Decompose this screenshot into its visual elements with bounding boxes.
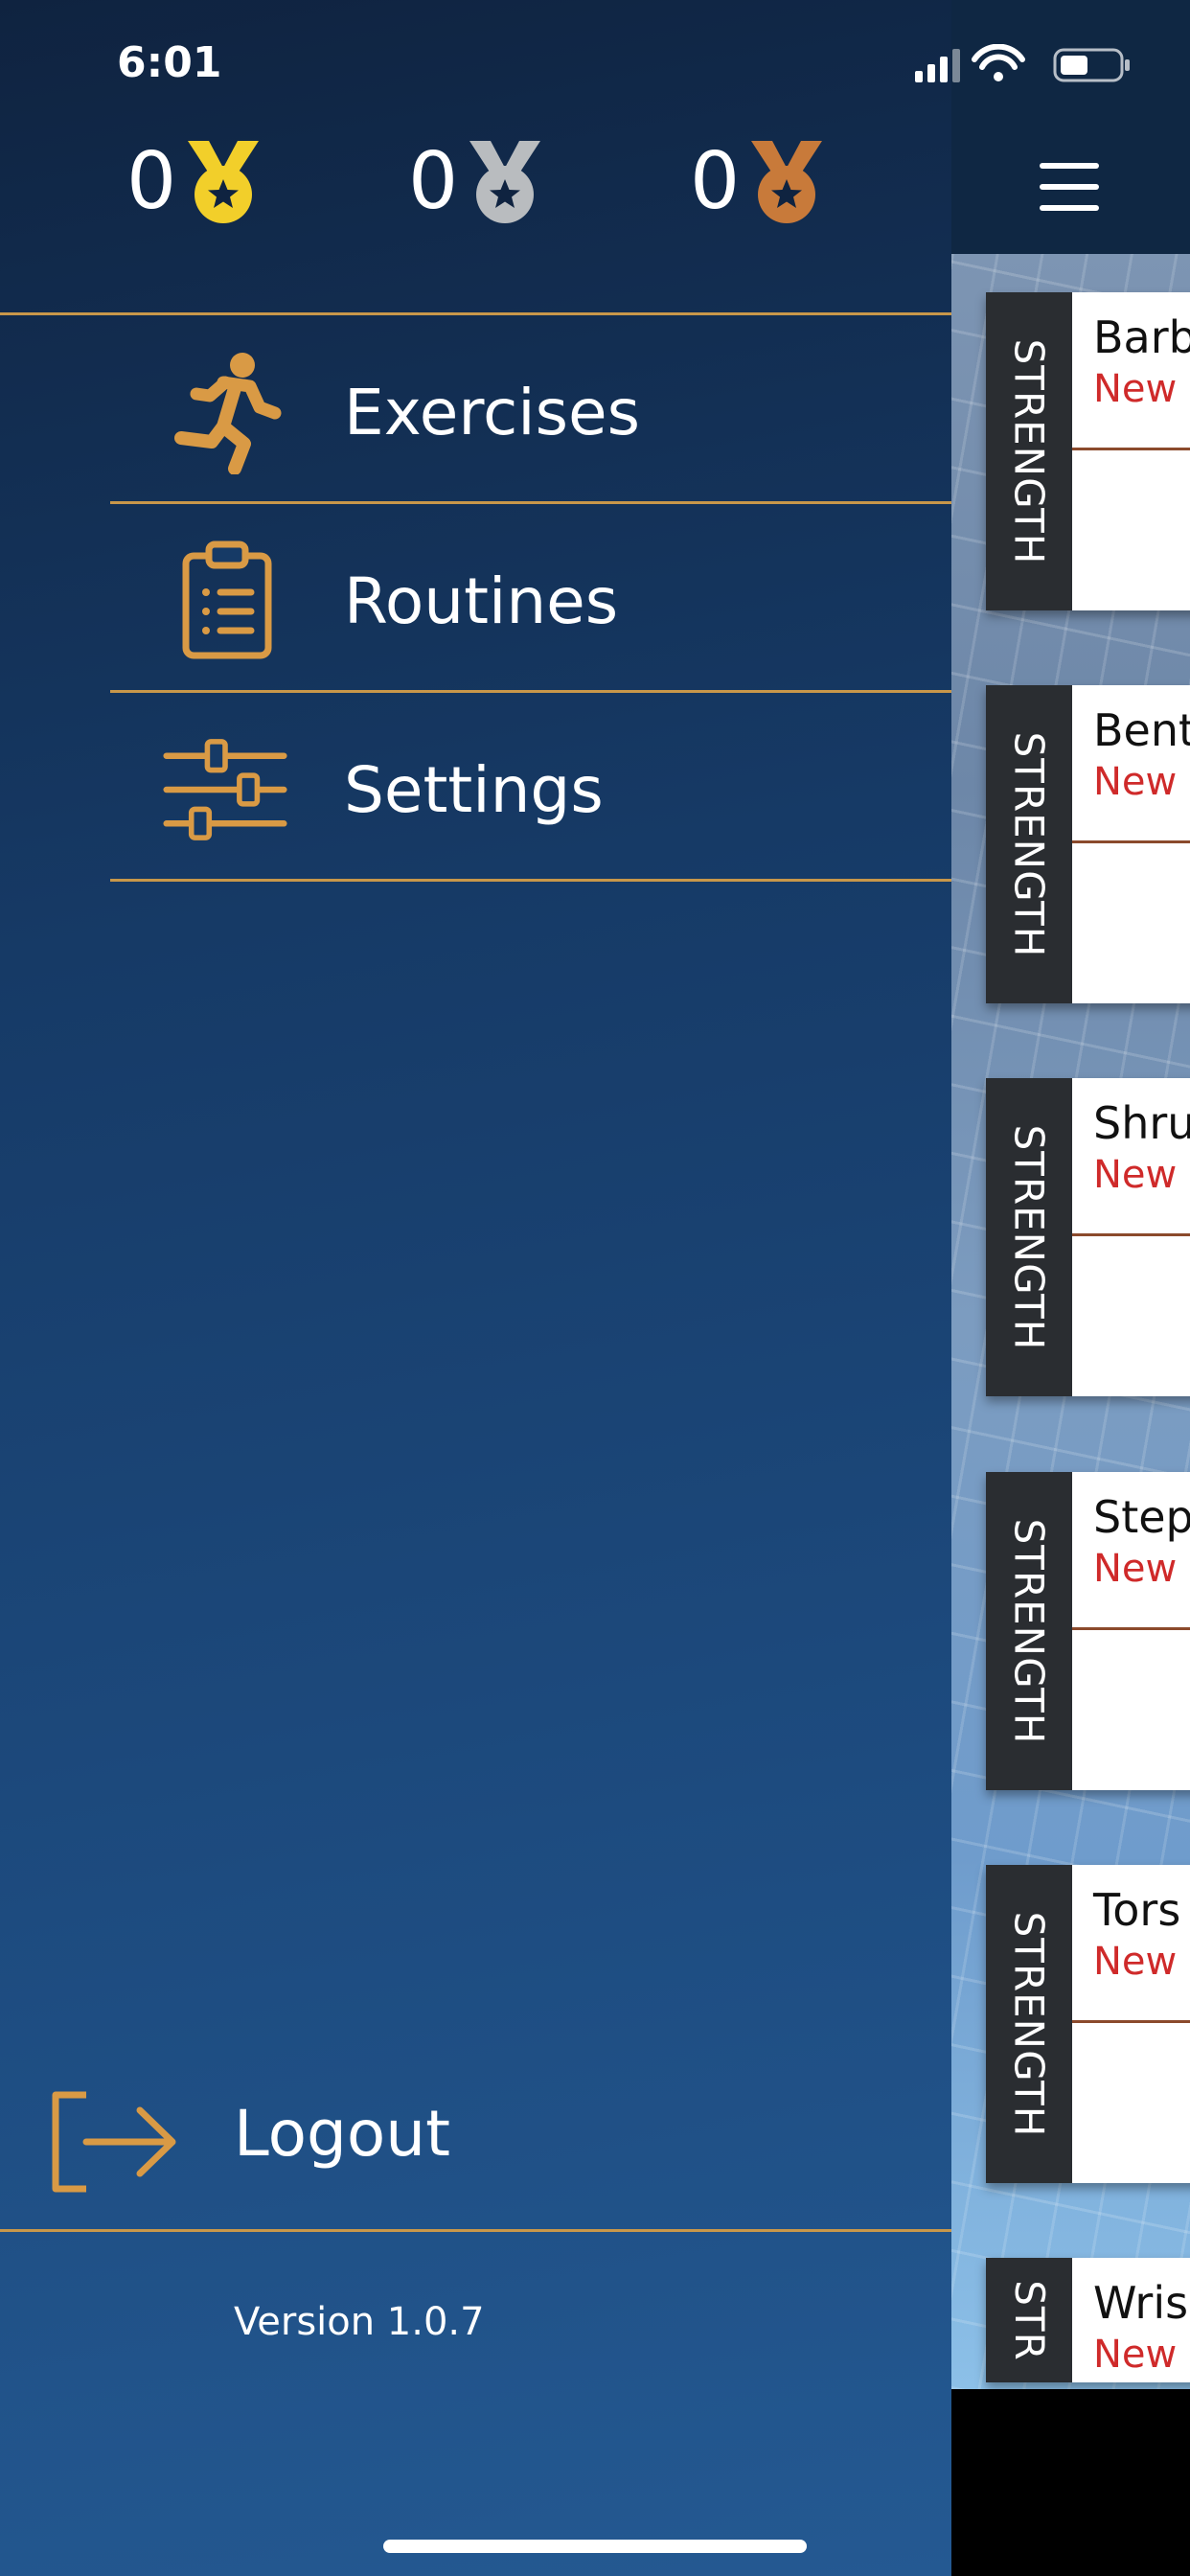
card-divider [1072, 840, 1190, 843]
exercise-title: Barb [1093, 311, 1190, 363]
version-text: Version 1.0.7 [234, 2300, 485, 2344]
cellular-signal-icon [915, 49, 960, 82]
card-divider [1072, 2020, 1190, 2023]
category-tab: STRENGTH [986, 685, 1072, 1003]
home-indicator[interactable] [383, 2540, 807, 2553]
gold-medal-icon [188, 141, 260, 223]
exercise-list: STRENGTH Barb New STRENGTH Bent New STRE… [951, 254, 1190, 2389]
exercise-card[interactable]: STRENGTH Tors New [986, 1865, 1190, 2183]
footer-divider [0, 2229, 951, 2232]
battery-icon [1053, 48, 1130, 82]
exercise-card[interactable]: STRENGTH Barb New [986, 292, 1190, 610]
exercise-status: New [1093, 367, 1178, 411]
card-divider [1072, 1233, 1190, 1236]
exercise-status: New [1093, 1940, 1178, 1984]
side-drawer: 6:01 0 0 0 Exercises Routines Settings L… [0, 0, 951, 2576]
header-divider [0, 312, 951, 315]
category-label: STRENGTH [1005, 1518, 1053, 1744]
background-header [951, 0, 1190, 254]
bronze-medal-icon [751, 141, 823, 223]
sliders-icon [163, 727, 287, 852]
exercise-title: Tors [1093, 1884, 1181, 1936]
category-label: STRENGTH [1005, 1911, 1053, 2137]
menu-item-label: Settings [344, 753, 604, 827]
background-screen: STRENGTH Barb New STRENGTH Bent New STRE… [951, 0, 1190, 2576]
category-label: STRENGTH [1005, 338, 1053, 564]
exercise-card[interactable]: STRENGTH Step New [986, 1472, 1190, 1790]
logout-button[interactable]: Logout [0, 2060, 951, 2233]
menu-item-exercises[interactable]: Exercises [110, 316, 951, 504]
card-divider [1072, 1627, 1190, 1630]
gold-medal-counter: 0 [126, 134, 266, 230]
bronze-medal-count: 0 [690, 136, 741, 227]
category-tab: STRENGTH [986, 292, 1072, 610]
category-tab: STR [986, 2258, 1072, 2382]
exercise-title: Bent [1093, 704, 1190, 756]
category-label: STR [1005, 2279, 1053, 2361]
silver-medal-count: 0 [408, 136, 459, 227]
menu-item-routines[interactable]: Routines [110, 505, 951, 693]
category-tab: STRENGTH [986, 1472, 1072, 1790]
exercise-status: New [1093, 2333, 1178, 2377]
exercise-card[interactable]: STR Wris New [986, 2258, 1190, 2382]
silver-medal-counter: 0 [408, 134, 548, 230]
category-tab: STRENGTH [986, 1078, 1072, 1396]
menu-item-label: Routines [344, 564, 619, 638]
exercise-status: New [1093, 1153, 1178, 1197]
status-time: 6:01 [117, 38, 222, 87]
menu-item-settings[interactable]: Settings [110, 694, 951, 882]
logout-label: Logout [234, 2097, 450, 2171]
hamburger-menu-icon[interactable] [1040, 163, 1099, 211]
exercise-status: New [1093, 1547, 1178, 1591]
status-icons [915, 43, 1135, 86]
running-person-icon [163, 350, 287, 474]
exercise-title: Step [1093, 1491, 1190, 1543]
logout-icon [48, 2089, 182, 2195]
exercise-card[interactable]: STRENGTH Bent New [986, 685, 1190, 1003]
wifi-icon [972, 43, 1025, 81]
clipboard-list-icon [163, 539, 287, 663]
exercise-card[interactable]: STRENGTH Shru New [986, 1078, 1190, 1396]
bronze-medal-counter: 0 [690, 134, 830, 230]
exercise-title: Wris [1093, 2277, 1189, 2329]
category-label: STRENGTH [1005, 1124, 1053, 1350]
category-label: STRENGTH [1005, 731, 1053, 957]
gold-medal-count: 0 [126, 136, 177, 227]
exercise-title: Shru [1093, 1097, 1190, 1149]
silver-medal-icon [469, 141, 541, 223]
exercise-status: New [1093, 760, 1178, 804]
menu-item-label: Exercises [344, 376, 641, 449]
card-divider [1072, 448, 1190, 450]
category-tab: STRENGTH [986, 1865, 1072, 2183]
